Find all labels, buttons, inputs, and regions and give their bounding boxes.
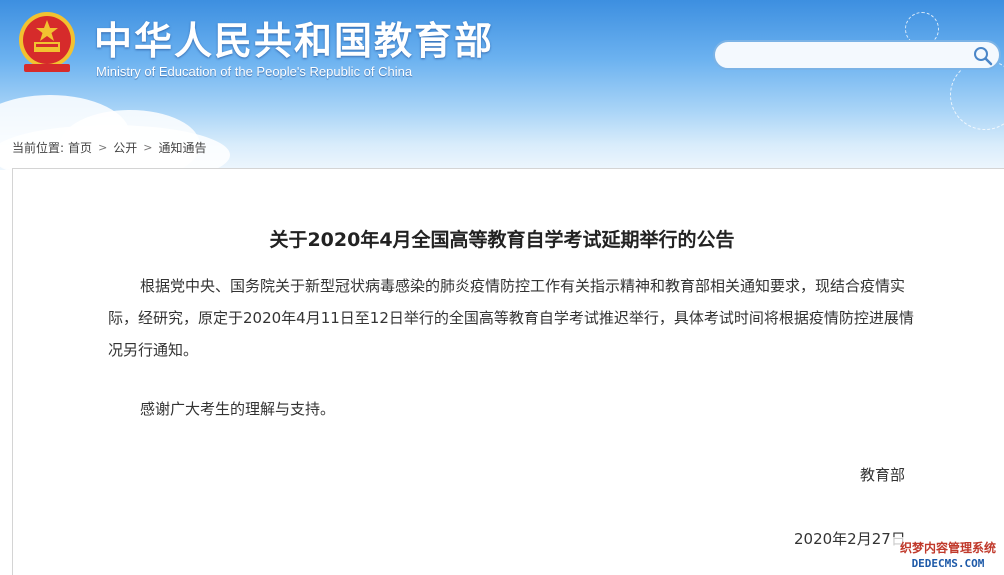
watermark: 织梦内容管理系统 DEDECMS.COM — [892, 537, 1004, 575]
watermark-url: DEDECMS.COM — [911, 557, 985, 570]
search-box[interactable] — [713, 40, 1001, 70]
article-signature: 教育部 — [860, 466, 906, 484]
site-header: 中华人民共和国教育部 Ministry of Education of the … — [0, 0, 1004, 170]
breadcrumb-item-notices[interactable]: 通知通告 — [159, 139, 207, 156]
chevron-right-icon: > — [98, 140, 108, 154]
article-body: 根据党中央、国务院关于新型冠状病毒感染的肺炎疫情防控工作有关指示精神和教育部相关… — [108, 270, 920, 366]
article-title: 关于2020年4月全国高等教育自学考试延期举行的公告 — [269, 229, 735, 251]
article-paragraph: 根据党中央、国务院关于新型冠状病毒感染的肺炎疫情防控工作有关指示精神和教育部相关… — [108, 277, 914, 359]
dandelion-decoration — [950, 60, 1004, 130]
breadcrumb: 当前位置: 首页 > 公开 > 通知通告 — [12, 139, 207, 155]
search-input[interactable] — [727, 46, 967, 64]
national-emblem-icon — [19, 12, 75, 72]
breadcrumb-item-public[interactable]: 公开 — [113, 139, 137, 156]
breadcrumb-label: 当前位置: — [12, 140, 65, 155]
article-date: 2020年2月27日 — [794, 530, 906, 548]
chevron-right-icon: > — [143, 140, 153, 154]
site-title-en: Ministry of Education of the People's Re… — [96, 64, 413, 79]
watermark-text: 织梦内容管理系统 — [899, 541, 996, 555]
search-icon[interactable] — [973, 46, 993, 66]
site-title-cn: 中华人民共和国教育部 — [94, 19, 495, 63]
breadcrumb-item-home[interactable]: 首页 — [68, 139, 92, 156]
article-paragraph: 感谢广大考生的理解与支持。 — [140, 400, 336, 418]
